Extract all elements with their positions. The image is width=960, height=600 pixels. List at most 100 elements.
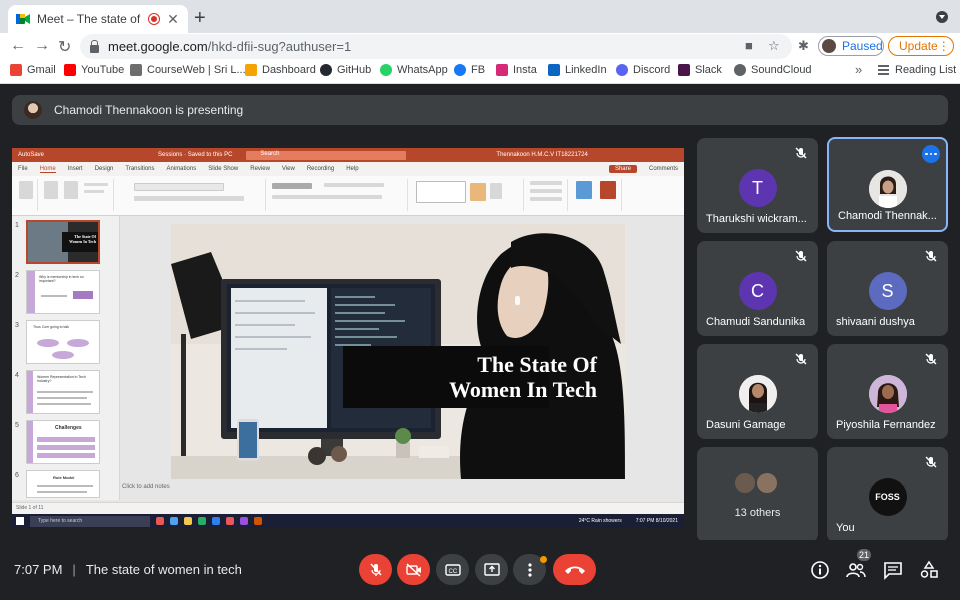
camera-toggle-button[interactable] bbox=[397, 554, 430, 585]
bookmark-gmail[interactable]: Gmail bbox=[10, 64, 56, 76]
ppt-tab: Animations bbox=[166, 166, 197, 172]
taskbar-app-icon bbox=[156, 517, 164, 525]
chat-icon[interactable] bbox=[883, 560, 903, 580]
ppt-tab: View bbox=[281, 166, 295, 172]
participant-name: Chamodi Thennak... bbox=[838, 210, 937, 222]
earbud bbox=[515, 296, 520, 305]
bookmark-linkedin[interactable]: LinkedIn bbox=[548, 64, 607, 76]
new-tab-button[interactable]: + bbox=[194, 7, 206, 30]
bookmark-dashboard[interactable]: Dashboard bbox=[245, 64, 316, 76]
facebook-icon bbox=[454, 64, 466, 76]
bookmark-courseweb[interactable]: CourseWeb | Sri L... bbox=[130, 64, 246, 76]
powerpoint-titlebar: AutoSave Sessions · Saved to this PC Sea… bbox=[12, 148, 684, 162]
slide-thumb-3[interactable]: Thus Com going to talk bbox=[26, 320, 100, 364]
captions-button[interactable]: CC bbox=[436, 554, 469, 585]
meeting-time: 7:07 PM bbox=[14, 562, 63, 577]
reading-list-button[interactable]: Reading List bbox=[878, 64, 956, 76]
participant-name: Dasuni Gamage bbox=[706, 419, 786, 431]
browser-toolbar: ← → ↻ meet.google.com/hkd-dfii-sug?authu… bbox=[0, 33, 960, 59]
bookmark-github[interactable]: GitHub bbox=[320, 64, 371, 76]
youtube-icon bbox=[64, 64, 76, 76]
avatar: C bbox=[738, 272, 777, 310]
paused-label: Paused bbox=[842, 39, 883, 53]
activities-icon[interactable] bbox=[919, 560, 939, 580]
recording-icon bbox=[149, 14, 159, 24]
participant-tile[interactable]: Dasuni Gamage bbox=[697, 344, 818, 439]
participant-tile-presenter[interactable]: Chamodi Thennak... bbox=[827, 137, 948, 232]
thumb-number: 6 bbox=[15, 472, 19, 479]
thumb-number: 2 bbox=[15, 272, 19, 279]
bookmark-soundcloud[interactable]: SoundCloud bbox=[734, 64, 812, 76]
powerpoint-tabs: File Home Insert Design Transitions Anim… bbox=[12, 162, 684, 176]
tab-title: Meet – The state of women bbox=[37, 12, 142, 26]
url-path: /hkd-dfii-sug?authuser=1 bbox=[207, 39, 352, 54]
extensions-icon[interactable]: ✱ bbox=[798, 38, 809, 54]
tab-search-icon[interactable] bbox=[936, 11, 948, 23]
presenting-text: Chamodi Thennakoon is presenting bbox=[54, 103, 244, 117]
taskbar-clock: 7:07 PM 8/10/2021 bbox=[635, 518, 678, 524]
current-slide: The State Of Women In Tech bbox=[171, 224, 625, 479]
url-host: meet.google.com bbox=[108, 39, 208, 54]
others-tile[interactable]: 13 others bbox=[697, 447, 818, 542]
ppt-tab: Transitions bbox=[125, 166, 155, 172]
mic-toggle-button[interactable] bbox=[359, 554, 392, 585]
bookmarks-overflow-icon[interactable]: » bbox=[855, 62, 862, 77]
slide-thumb-2[interactable]: Why is mentorship in tech so important? bbox=[26, 270, 100, 314]
soundcloud-icon bbox=[734, 64, 746, 76]
slide-title-line: The State Of bbox=[477, 352, 597, 377]
kebab-menu-icon: ⋮ bbox=[937, 39, 950, 53]
people-icon[interactable] bbox=[846, 560, 866, 580]
taskbar-app-icon bbox=[184, 517, 192, 525]
mic-off-icon bbox=[925, 353, 937, 365]
windows-start-icon bbox=[16, 517, 24, 525]
bookmark-fb[interactable]: FB bbox=[454, 64, 485, 76]
close-tab-icon[interactable]: ✕ bbox=[166, 11, 180, 28]
self-tile[interactable]: FOSS You bbox=[827, 447, 948, 542]
notification-dot bbox=[540, 556, 547, 563]
participant-tile[interactable]: T Tharukshi wickram... bbox=[697, 138, 818, 233]
bookmark-whatsapp[interactable]: WhatsApp bbox=[380, 64, 448, 76]
more-options-button[interactable] bbox=[922, 145, 940, 163]
browser-tab[interactable]: Meet – The state of women ✕ bbox=[8, 5, 188, 33]
slide-thumb-4[interactable]: Women Representation in Tech Industry? bbox=[26, 370, 100, 414]
courseweb-icon bbox=[130, 64, 142, 76]
hang-up-icon bbox=[564, 566, 585, 574]
powerpoint-statusbar: Slide 1 of 11 bbox=[12, 502, 684, 514]
dashboard-icon bbox=[245, 64, 257, 76]
camera-off-icon bbox=[405, 562, 421, 577]
slide-thumb-6[interactable]: Role Model bbox=[26, 470, 100, 498]
participant-tile[interactable]: C Chamudi Sandunika bbox=[697, 241, 818, 336]
autosave-label: AutoSave bbox=[18, 152, 45, 158]
reload-icon[interactable]: ↻ bbox=[58, 37, 71, 57]
address-bar[interactable]: meet.google.com/hkd-dfii-sug?authuser=1 bbox=[80, 34, 792, 59]
participant-tile[interactable]: S shivaani dushya bbox=[827, 241, 948, 336]
forward-icon[interactable]: → bbox=[34, 37, 50, 55]
bookmark-star-icon[interactable]: ☆ bbox=[768, 38, 780, 54]
bookmark-discord[interactable]: Discord bbox=[616, 64, 670, 76]
slide-thumb-5[interactable]: Challenges bbox=[26, 420, 100, 464]
ppt-tab: Insert bbox=[67, 166, 83, 172]
bookmark-insta[interactable]: Insta bbox=[496, 64, 537, 76]
bookmark-youtube[interactable]: YouTube bbox=[64, 64, 124, 76]
participant-tile[interactable]: Piyoshila Fernandez bbox=[827, 344, 948, 439]
shared-screen: AutoSave Sessions · Saved to this PC Sea… bbox=[12, 148, 684, 528]
notes-placeholder: Click to add notes bbox=[122, 484, 170, 490]
bookmark-slack[interactable]: Slack bbox=[678, 64, 722, 76]
discord-icon bbox=[616, 64, 628, 76]
participant-name: shivaani dushya bbox=[836, 316, 915, 328]
thumb-number: 4 bbox=[15, 372, 19, 379]
profile-paused-button[interactable]: Paused bbox=[818, 36, 884, 56]
ppt-comments-label: Comments bbox=[648, 166, 678, 172]
more-vert-icon bbox=[527, 562, 532, 577]
camera-icon[interactable]: ■ bbox=[745, 38, 753, 53]
captions-icon: CC bbox=[444, 563, 461, 576]
slide-thumbnails: 1 The State Of Women In Tech 2 Why is me… bbox=[12, 216, 120, 500]
meeting-details-icon[interactable] bbox=[810, 560, 830, 580]
mic-off-icon bbox=[925, 456, 937, 468]
present-button[interactable] bbox=[475, 554, 508, 585]
leave-call-button[interactable] bbox=[553, 554, 596, 585]
slide-thumb-1[interactable]: The State Of Women In Tech bbox=[26, 220, 100, 264]
meeting-controls-bar: 7:07 PM | The state of women in tech CC … bbox=[0, 540, 960, 600]
back-icon[interactable]: ← bbox=[10, 37, 26, 55]
update-button[interactable]: Update ⋮ bbox=[888, 36, 954, 56]
